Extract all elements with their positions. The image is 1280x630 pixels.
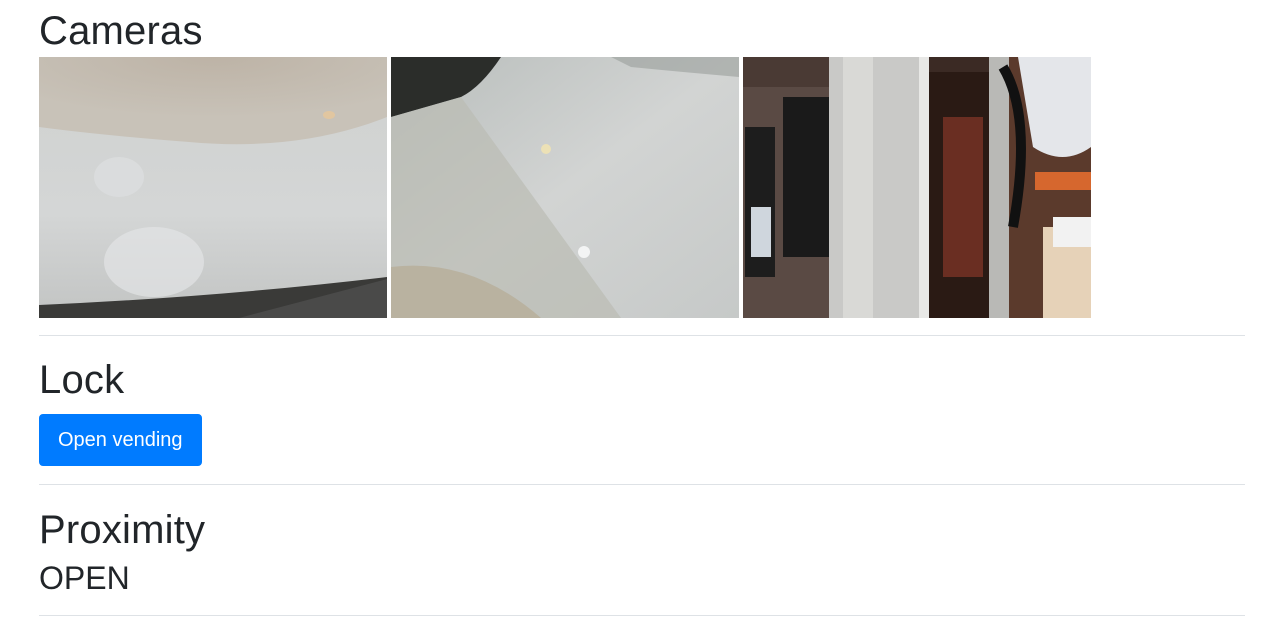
cameras-section: Cameras (39, 0, 1245, 318)
camera-image-2 (391, 57, 739, 318)
divider-3 (39, 615, 1245, 616)
lock-heading: Lock (39, 358, 125, 402)
proximity-status: OPEN (39, 560, 130, 596)
camera-feeds (39, 57, 1245, 318)
camera-feed-1 (39, 57, 387, 318)
camera-image-3 (743, 57, 1091, 318)
camera-feed-3 (743, 57, 1091, 318)
camera-feed-2 (391, 57, 739, 318)
main-container: Cameras Lock Open vending Proximity OPEN (39, 0, 1245, 616)
camera-image-1 (39, 57, 387, 318)
proximity-heading: Proximity (39, 508, 206, 552)
proximity-section: Proximity OPEN (39, 485, 1245, 607)
open-vending-button[interactable]: Open vending (39, 414, 202, 466)
cameras-heading: Cameras (39, 9, 203, 53)
lock-section: Lock Open vending (39, 336, 1245, 466)
